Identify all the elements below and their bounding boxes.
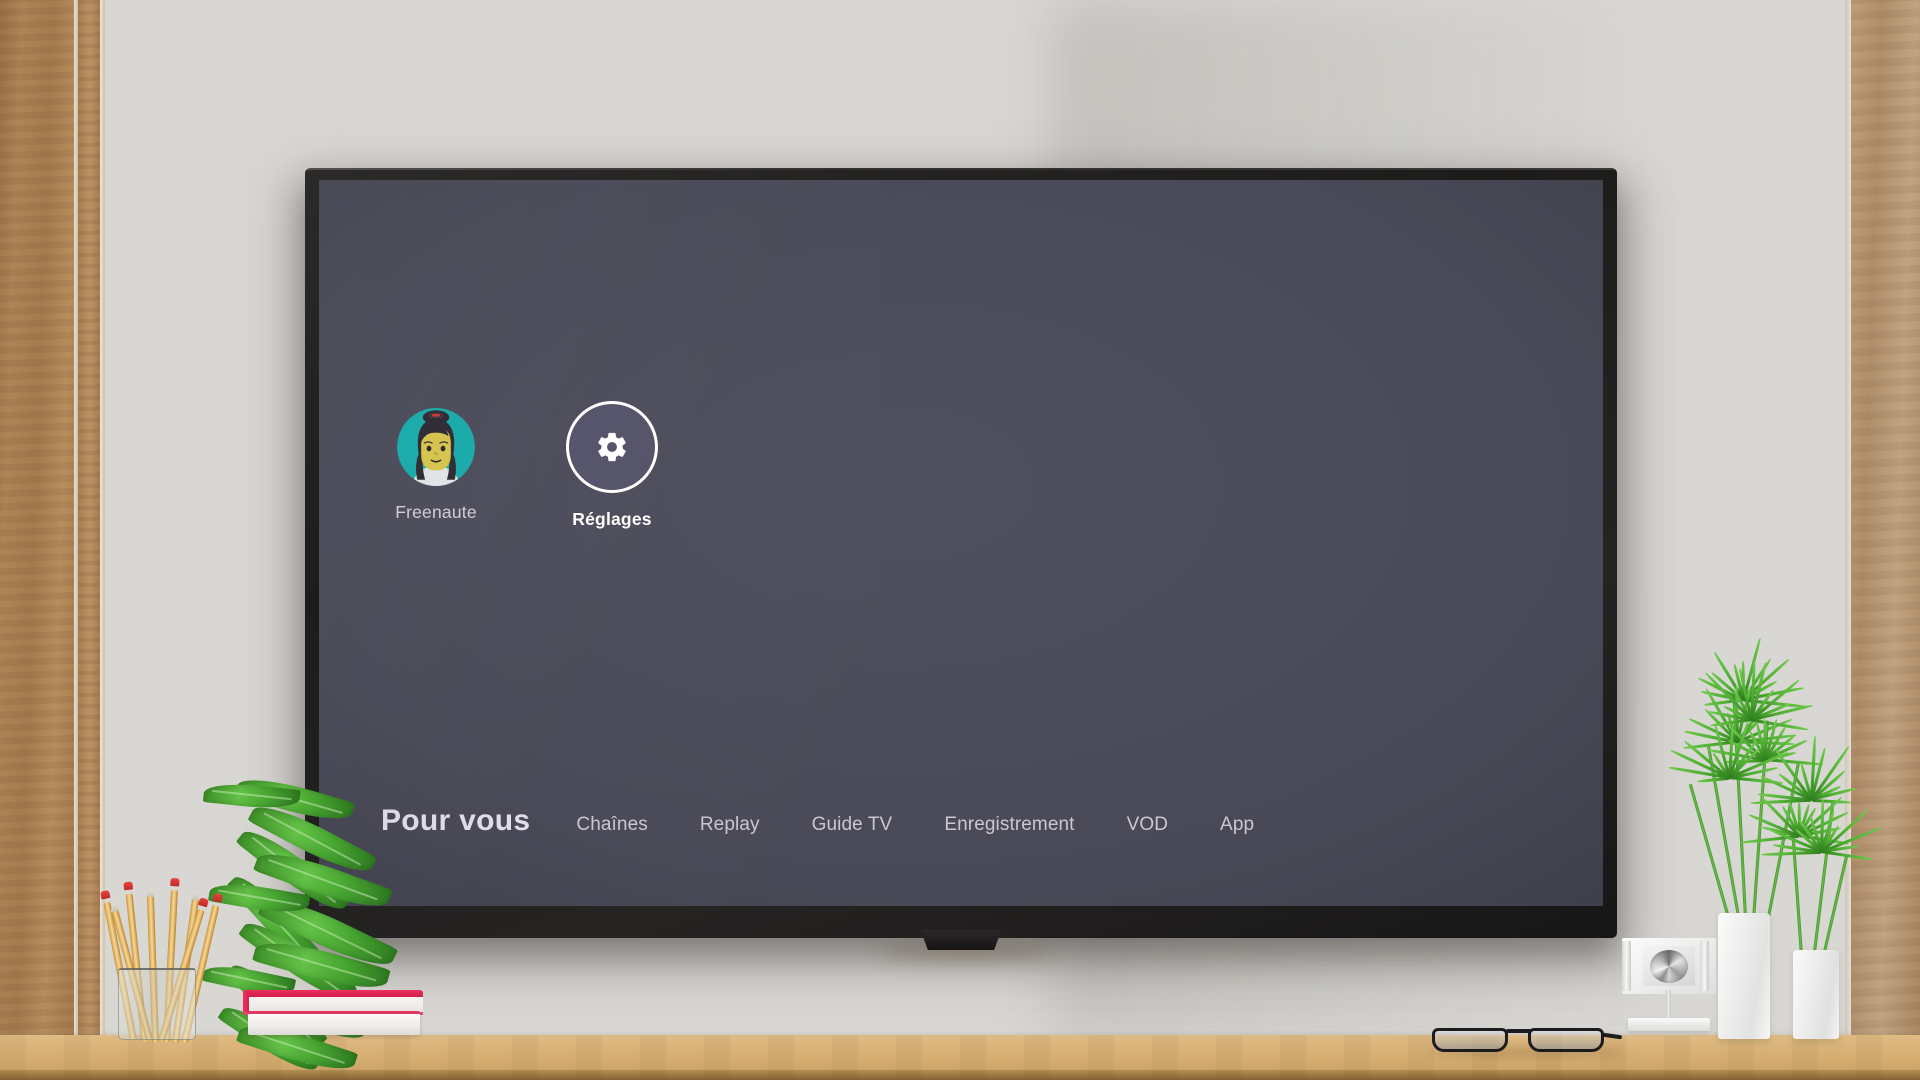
tile-freenaute[interactable]: Freenaute (377, 408, 495, 523)
main-nav: Pour vous Chaînes Replay Guide TV Enregi… (319, 804, 1603, 838)
pencil-eraser (170, 878, 179, 886)
nav-item-pour-vous[interactable]: Pour vous (381, 804, 530, 838)
tv-screen: Freenaute Réglages Pour vous Chaînes Rep… (319, 180, 1603, 906)
vase-tall (1718, 913, 1770, 1039)
plant-frond (1820, 848, 1824, 852)
gear-icon (595, 430, 629, 464)
settings-button[interactable] (566, 401, 658, 493)
glasses-temple (1602, 1033, 1622, 1040)
room-scene: Freenaute Réglages Pour vous Chaînes Rep… (0, 0, 1920, 1080)
ornament-bar-right (1700, 941, 1709, 991)
screen-vignette (319, 180, 1603, 906)
nav-item-app[interactable]: App (1220, 814, 1254, 836)
pencil-cup-glass (118, 968, 196, 1040)
plant-frond (1750, 716, 1754, 720)
nav-item-enregistrement[interactable]: Enregistrement (944, 814, 1074, 836)
nav-item-chaines[interactable]: Chaînes (576, 814, 647, 836)
avatar-illustration-icon (397, 408, 475, 486)
screen-glare (319, 180, 879, 906)
vase-short (1793, 950, 1839, 1039)
home-tile-row: Freenaute Réglages (377, 408, 671, 530)
tile-label-reglages: Réglages (572, 509, 651, 530)
book-bottom (248, 1013, 420, 1035)
desk-front-edge (0, 1070, 1920, 1080)
nav-item-guide-tv[interactable]: Guide TV (812, 814, 893, 836)
glasses-bridge (1506, 1029, 1532, 1033)
lens-left (1432, 1028, 1508, 1052)
tile-label-freenaute: Freenaute (395, 502, 477, 523)
pencil-eraser (213, 893, 224, 903)
nav-item-vod[interactable]: VOD (1127, 814, 1168, 836)
eyeglasses (1432, 1022, 1622, 1056)
tv-foot (915, 930, 1007, 950)
tv-bezel-highlight (305, 168, 1617, 170)
nav-item-replay[interactable]: Replay (700, 814, 760, 836)
book-bottom-edge (248, 1011, 420, 1014)
tile-reglages[interactable]: Réglages (553, 408, 671, 530)
ornament-disc-icon (1650, 950, 1688, 983)
book-cover (243, 990, 423, 997)
ornament-post (1666, 990, 1671, 1020)
ornament-bar-left (1622, 941, 1631, 991)
pencil-eraser (100, 890, 110, 900)
pencil-eraser (123, 881, 133, 890)
lens-right (1528, 1028, 1604, 1052)
wood-panel-right (1851, 0, 1920, 1045)
plant-frond (1728, 774, 1732, 778)
plant-frond (1810, 796, 1814, 800)
avatar[interactable] (397, 408, 475, 486)
ornament-base (1628, 1018, 1710, 1031)
